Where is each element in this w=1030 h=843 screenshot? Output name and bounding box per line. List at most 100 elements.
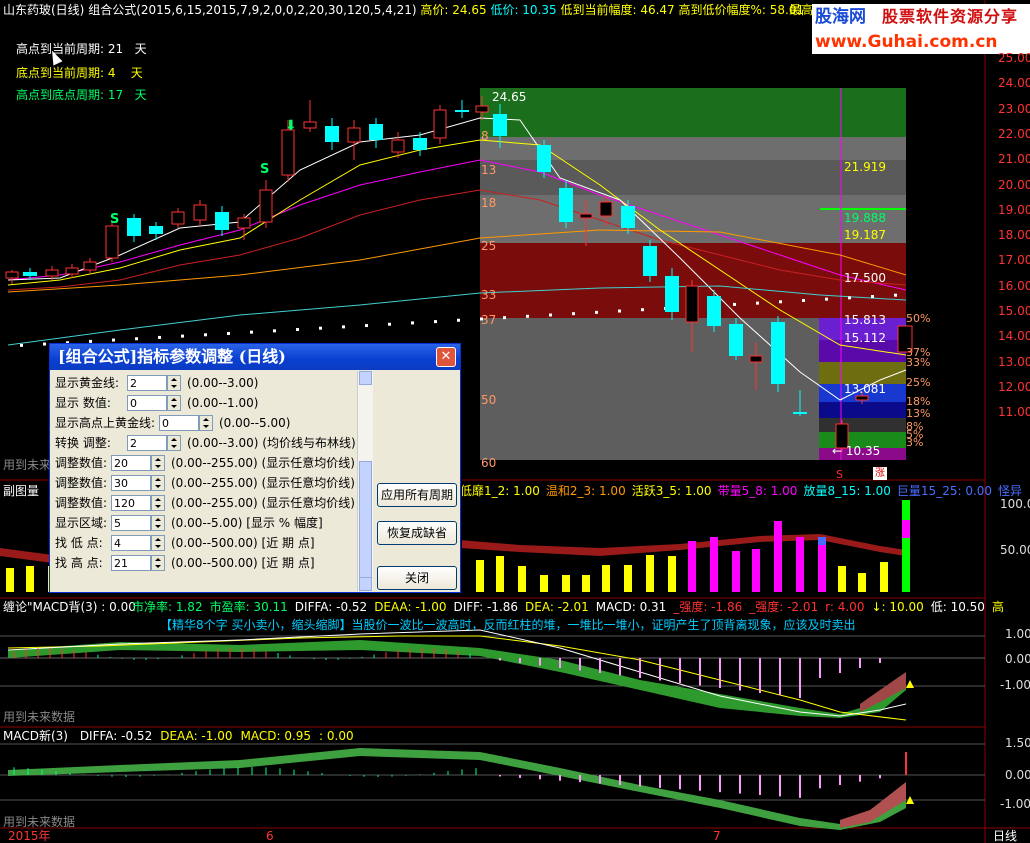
param-spinner[interactable] bbox=[167, 435, 181, 451]
candle-up bbox=[579, 213, 593, 219]
param-input[interactable]: 4 bbox=[111, 535, 151, 551]
ma-dot bbox=[319, 326, 322, 330]
ma-dot bbox=[595, 310, 598, 314]
signal-s-1: S bbox=[110, 212, 120, 227]
candle-down bbox=[729, 324, 743, 356]
macd2-axis-1p5: 1.50 bbox=[1005, 736, 1030, 750]
restore-defaults-button[interactable]: 恢复成缺省 bbox=[377, 521, 457, 545]
label-p6: 15.112 bbox=[844, 331, 886, 345]
macd-axis-neg1: -1.00 bbox=[1000, 678, 1030, 692]
param-label: 显示高点上黄金线: bbox=[55, 416, 156, 430]
param-input[interactable]: 0 bbox=[159, 415, 199, 431]
param-range: (0.00--255.00) (显示任意均价线) bbox=[171, 496, 355, 510]
macd-value: DIFFA: -0.52 bbox=[294, 600, 368, 614]
param-spinner[interactable] bbox=[151, 475, 165, 491]
ma-dot bbox=[158, 335, 161, 339]
down-arrow-icon: ⬇ bbox=[285, 118, 297, 134]
ma-dot bbox=[618, 309, 621, 313]
scroll-down-icon[interactable] bbox=[359, 577, 372, 591]
macd-value: _强度: -2.01 bbox=[749, 600, 819, 614]
volume-bar bbox=[880, 562, 888, 592]
label-p1: 21.919 bbox=[844, 160, 886, 174]
candle-up bbox=[433, 109, 447, 139]
macd-axis-1: 1.00 bbox=[1005, 627, 1030, 641]
dialog-scrollbar[interactable] bbox=[357, 371, 373, 591]
param-input[interactable]: 2 bbox=[127, 375, 167, 391]
volume-bar bbox=[624, 565, 632, 592]
high-price: 高价: 24.65 bbox=[420, 3, 487, 17]
param-range: (0.00--500.00) [近 期 点] bbox=[171, 556, 315, 570]
dialog-title[interactable]: [组合公式]指标参数调整 (日线) bbox=[50, 344, 460, 370]
volume-bar bbox=[668, 556, 676, 592]
ma-dot bbox=[250, 330, 253, 334]
param-input[interactable]: 2 bbox=[127, 435, 167, 451]
candle-up bbox=[105, 225, 119, 259]
param-spinner[interactable] bbox=[151, 515, 165, 531]
candle-up bbox=[171, 211, 185, 225]
label-p3: 19.187 bbox=[844, 228, 886, 242]
param-label: 显示黄金线: bbox=[55, 376, 120, 390]
ma-dot bbox=[112, 338, 115, 342]
volume-bar bbox=[582, 575, 590, 592]
param-label: 转换 调整: bbox=[55, 436, 111, 450]
param-spinner[interactable] bbox=[151, 495, 165, 511]
param-spinner[interactable] bbox=[167, 375, 181, 391]
param-range: (0.00--500.00) [近 期 点] bbox=[171, 536, 315, 550]
param-row: 找 低 点: 4 (0.00--500.00) [近 期 点] bbox=[55, 533, 365, 553]
macd-value: 高 bbox=[991, 600, 1004, 614]
drop-pct: 低到当前幅度: 46.47 bbox=[560, 3, 675, 17]
param-label: 显示区域: bbox=[55, 516, 108, 530]
param-spinner[interactable] bbox=[199, 415, 213, 431]
scroll-up-icon[interactable] bbox=[359, 371, 372, 385]
dialog-close-button[interactable]: ✕ bbox=[436, 347, 456, 367]
volume-bar bbox=[818, 537, 826, 545]
sell-marker: S bbox=[836, 468, 843, 481]
close-button[interactable]: 关闭 bbox=[377, 566, 457, 590]
candle-down bbox=[369, 124, 383, 140]
price-tick: 23.00 bbox=[998, 101, 1030, 116]
param-input[interactable]: 120 bbox=[111, 495, 151, 511]
low-price: 低价: 10.35 bbox=[490, 3, 557, 17]
pct-label: 25% bbox=[906, 376, 931, 389]
future-note-2: 用到未来数据 bbox=[3, 710, 76, 724]
volume-legend: 低靡1_2: 1.00 温和2_3: 1.00 活跃3_5: 1.00 带量5_8: … bbox=[460, 484, 1028, 498]
fib-label: 13 bbox=[481, 163, 497, 177]
volume-bar bbox=[476, 560, 484, 592]
macd-value: DEA: -2.01 bbox=[525, 600, 589, 614]
scroll-thumb[interactable] bbox=[359, 461, 372, 591]
param-input[interactable]: 5 bbox=[111, 515, 151, 531]
apply-all-periods-button[interactable]: 应用所有周期 bbox=[377, 483, 457, 507]
price-tick: 17.00 bbox=[998, 253, 1030, 268]
candle-down bbox=[127, 218, 141, 236]
param-row: 转换 调整: 2 (0.00--3.00) (均价线与布林线) bbox=[55, 433, 365, 453]
param-label: 找 低 点: bbox=[55, 536, 103, 550]
param-spinner[interactable] bbox=[151, 455, 165, 471]
candle-up bbox=[475, 105, 489, 113]
candle-down bbox=[793, 412, 807, 414]
price-tick: 15.00 bbox=[998, 304, 1030, 318]
price-tick: 25.00 bbox=[998, 51, 1030, 65]
param-spinner[interactable] bbox=[151, 535, 165, 551]
param-spinner[interactable] bbox=[167, 395, 181, 411]
volume-bar bbox=[562, 575, 570, 592]
period-button[interactable]: 日线 bbox=[993, 829, 1017, 843]
fib-label: 8 bbox=[481, 129, 489, 143]
param-input[interactable]: 20 bbox=[111, 455, 151, 471]
header-bar: 山东药玻(日线) 组合公式(2015,6,15,2015,7,9,2,0,0,2… bbox=[3, 3, 804, 17]
fib-label: 37 bbox=[481, 313, 497, 327]
time-axis-year: 2015年 bbox=[8, 829, 51, 843]
info-low-period: 底点到当前周期: 4 天 bbox=[16, 66, 143, 80]
volume-bar bbox=[646, 555, 654, 592]
volume-bar bbox=[688, 541, 696, 592]
param-spinner[interactable] bbox=[151, 555, 165, 571]
param-input[interactable]: 30 bbox=[111, 475, 151, 491]
ma-dot bbox=[181, 334, 184, 338]
fib-label: 60 bbox=[481, 456, 497, 470]
candle-up bbox=[347, 127, 361, 143]
candle-down bbox=[215, 212, 229, 230]
volume-bar bbox=[796, 537, 804, 592]
param-input[interactable]: 21 bbox=[111, 555, 151, 571]
logo-name: 股海网 bbox=[815, 7, 866, 27]
param-input[interactable]: 0 bbox=[127, 395, 167, 411]
volume-bar bbox=[6, 568, 14, 592]
